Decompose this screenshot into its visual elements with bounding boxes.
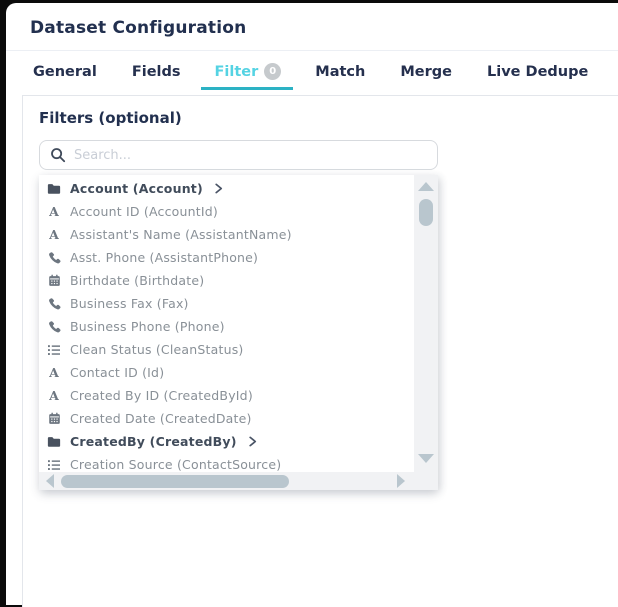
calendar-icon: [46, 412, 62, 425]
filter-panel: Filters (optional) A: [22, 95, 618, 607]
vertical-scroll-thumb[interactable]: [419, 199, 433, 226]
folder-icon: [46, 435, 62, 448]
field-label: Created By ID (CreatedById): [70, 388, 253, 403]
horizontal-scrollbar[interactable]: [39, 472, 414, 490]
tab-match[interactable]: Match: [314, 64, 366, 90]
field-label: Business Phone (Phone): [70, 319, 225, 334]
tab-filter[interactable]: Filter 0: [201, 63, 294, 90]
search-box[interactable]: [39, 140, 438, 170]
dataset-configuration-dialog: Dataset Configuration General Fields Fil…: [6, 3, 618, 605]
field-list-item[interactable]: A: [46, 200, 414, 223]
field-list: A: [39, 175, 414, 472]
text-field-icon: A: [46, 227, 62, 242]
tab-merge[interactable]: Merge: [399, 64, 453, 90]
tab-label: Filter: [215, 64, 259, 80]
text-field-icon: A: [46, 388, 62, 403]
scrollbar-corner: [414, 472, 438, 490]
dialog-header: Dataset Configuration: [6, 3, 618, 51]
field-list-item[interactable]: A: [46, 223, 414, 246]
text-field-icon: A: [46, 204, 62, 219]
tab-label: Live Dedupe: [487, 64, 588, 80]
field-dropdown: A: [39, 175, 438, 490]
field-list-item[interactable]: A: [46, 361, 414, 384]
field-label: Account (Account): [70, 181, 203, 196]
tab-label: Match: [315, 64, 365, 80]
text-field-icon: A: [46, 365, 62, 380]
field-list-item[interactable]: A: [46, 407, 414, 430]
field-label: Creation Source (ContactSource): [70, 457, 281, 472]
tab-label: Merge: [400, 64, 452, 80]
field-label: Business Fax (Fax): [70, 296, 189, 311]
phone-icon: [46, 297, 62, 310]
field-label: Clean Status (CleanStatus): [70, 342, 244, 357]
picklist-icon: [46, 344, 62, 356]
field-list-item[interactable]: A: [46, 177, 414, 200]
tab-bar: General Fields Filter 0 Match Merge Live…: [6, 51, 618, 90]
tab-general[interactable]: General: [32, 64, 98, 90]
field-list-item[interactable]: A: [46, 338, 414, 361]
horizontal-scroll-thumb[interactable]: [61, 475, 289, 488]
phone-icon: [46, 320, 62, 333]
field-list-item[interactable]: A: [46, 246, 414, 269]
tab-live-dedupe[interactable]: Live Dedupe: [486, 64, 589, 90]
chevron-right-icon: [213, 183, 224, 194]
search-icon: [50, 147, 66, 163]
field-label: Created Date (CreatedDate): [70, 411, 252, 426]
scroll-right-arrow-icon[interactable]: [397, 474, 405, 488]
dialog-title: Dataset Configuration: [30, 18, 618, 38]
tab-fields[interactable]: Fields: [131, 64, 182, 90]
field-label: Account ID (AccountId): [70, 204, 218, 219]
scroll-left-arrow-icon[interactable]: [46, 474, 54, 488]
phone-icon: [46, 251, 62, 264]
tab-count-badge: 0: [264, 63, 281, 80]
field-label: Birthdate (Birthdate): [70, 273, 204, 288]
field-label: Asst. Phone (AssistantPhone): [70, 250, 258, 265]
field-label: CreatedBy (CreatedBy): [70, 434, 237, 449]
tab-label: General: [33, 64, 97, 80]
field-list-item[interactable]: A: [46, 292, 414, 315]
scroll-up-arrow-icon[interactable]: [418, 182, 434, 191]
calendar-icon: [46, 274, 62, 287]
field-list-item[interactable]: A: [46, 453, 414, 472]
picklist-icon: [46, 459, 62, 471]
tab-label: Fields: [132, 64, 181, 80]
folder-icon: [46, 182, 62, 195]
field-list-item[interactable]: A: [46, 269, 414, 292]
search-input[interactable]: [74, 148, 429, 163]
filters-heading: Filters (optional): [39, 109, 618, 127]
field-list-item[interactable]: A: [46, 315, 414, 338]
field-list-item[interactable]: A: [46, 384, 414, 407]
chevron-right-icon: [247, 436, 258, 447]
field-label: Contact ID (Id): [70, 365, 164, 380]
field-label: Assistant's Name (AssistantName): [70, 227, 292, 242]
vertical-scrollbar[interactable]: [414, 175, 438, 472]
field-list-item[interactable]: A: [46, 430, 414, 453]
scroll-down-arrow-icon[interactable]: [418, 454, 434, 463]
